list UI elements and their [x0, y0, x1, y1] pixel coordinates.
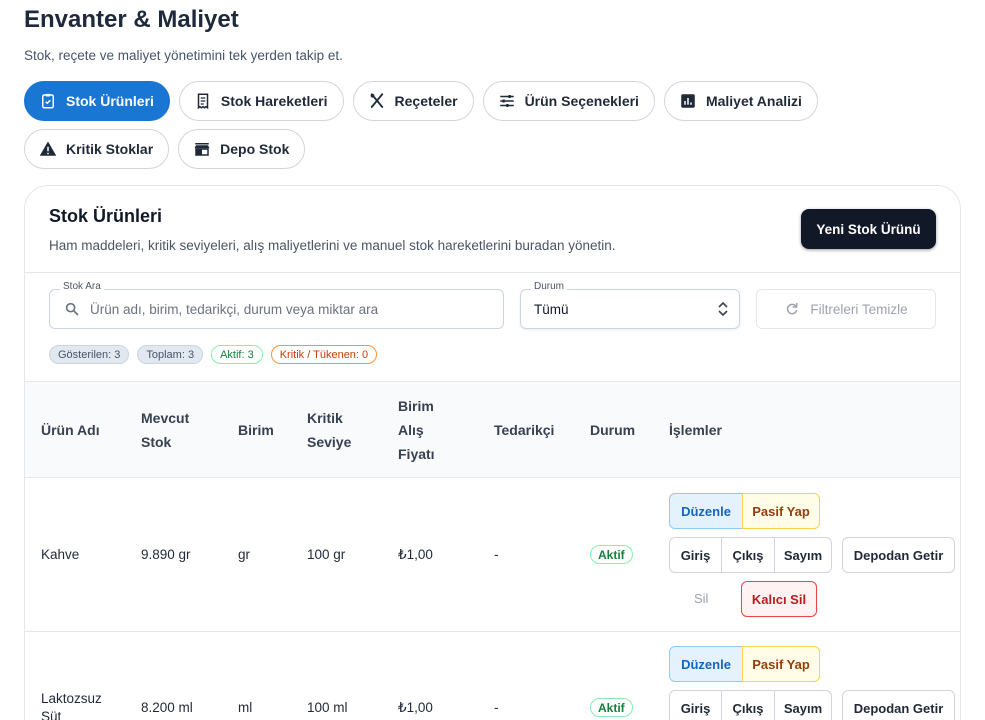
clear-filters-label: Filtreleri Temizle: [810, 301, 908, 317]
receipt-icon: [197, 93, 209, 110]
search-icon: [65, 302, 79, 316]
tab-stok-hareketleri[interactable]: Stok Hareketleri: [178, 81, 344, 121]
fork-knife-icon: [370, 93, 383, 108]
card-title: Stok Ürünleri: [49, 206, 163, 226]
cell-supplier: -: [494, 547, 499, 562]
status-select[interactable]: Tümü: [520, 289, 740, 329]
header-name: Ürün Adı: [41, 422, 100, 438]
deactivate-button[interactable]: Pasif Yap: [742, 493, 820, 529]
cell-stock: 8.200 ml: [141, 700, 193, 715]
store-icon: [194, 143, 210, 156]
from-depot-button[interactable]: Depodan Getir: [842, 537, 955, 573]
from-depot-button[interactable]: Depodan Getir: [842, 690, 955, 720]
stock-count-button[interactable]: Sayım: [774, 690, 832, 720]
header-price: Birim Alış Fiyatı: [398, 398, 435, 462]
clear-filters-button[interactable]: Filtreleri Temizle: [756, 289, 936, 329]
bar-chart-icon: [681, 94, 695, 108]
deactivate-button[interactable]: Pasif Yap: [742, 646, 820, 682]
tab-label: Maliyet Analizi: [705, 93, 802, 109]
edit-group: Düzenle Pasif Yap: [669, 493, 820, 529]
search-label: Stok Ara: [60, 281, 104, 292]
page-title: Envanter & Maliyet: [24, 6, 239, 33]
cell-supplier: -: [494, 700, 499, 715]
movement-group: Giriş Çıkış Sayım: [669, 537, 832, 573]
unfold-icon: [718, 301, 728, 317]
header-supplier: Tedarikçi: [494, 422, 555, 438]
tune-icon: [499, 95, 514, 107]
stock-in-button[interactable]: Giriş: [669, 690, 722, 720]
header-unit: Birim: [238, 422, 274, 438]
hard-delete-button[interactable]: Kalıcı Sil: [741, 581, 817, 617]
status-badge: Aktif: [590, 698, 633, 717]
tab-urun-secenekleri[interactable]: Ürün Seçenekleri: [482, 81, 655, 121]
divider: [25, 272, 960, 273]
header-stock: Mevcut Stok: [141, 410, 190, 450]
row-divider: [25, 631, 960, 632]
stock-search-field[interactable]: [49, 289, 504, 329]
shown-count-chip: Gösterilen: 3: [49, 345, 130, 364]
cell-stock: 9.890 gr: [141, 547, 191, 562]
total-count-chip: Toplam: 3: [137, 345, 204, 364]
cell-critical: 100 ml: [307, 700, 348, 715]
header-critical: Kritik Seviye: [307, 410, 352, 450]
edit-group: Düzenle Pasif Yap: [669, 646, 820, 682]
tab-label: Kritik Stoklar: [66, 141, 154, 157]
warning-icon: [39, 141, 57, 156]
status-select-value: Tümü: [534, 301, 569, 317]
tab-receteler[interactable]: Reçeteler: [352, 81, 474, 121]
card-subtitle: Ham maddeleri, kritik seviyeleri, alış m…: [49, 238, 616, 253]
tab-stok-urunleri[interactable]: Stok Ürünleri: [24, 81, 170, 121]
stock-out-button[interactable]: Çıkış: [721, 537, 775, 573]
tab-bar: Stok Ürünleri Stok Hareketleri Reçeteler…: [24, 81, 944, 169]
new-stock-product-button[interactable]: Yeni Stok Ürünü: [801, 209, 936, 249]
cell-unit: ml: [238, 700, 253, 715]
cell-critical: 100 gr: [307, 547, 346, 562]
status-label: Durum: [531, 281, 568, 292]
stock-products-card: Stok Ürünleri Ham maddeleri, kritik sevi…: [24, 185, 961, 720]
edit-button[interactable]: Düzenle: [669, 646, 743, 682]
page-subtitle: Stok, reçete ve maliyet yönetimini tek y…: [24, 48, 343, 63]
cell-name: Laktozsuz Süt: [41, 691, 102, 720]
critical-count-chip: Kritik / Tükenen: 0: [270, 345, 378, 364]
header-status: Durum: [590, 422, 636, 438]
stock-out-button[interactable]: Çıkış: [721, 690, 775, 720]
tab-maliyet-analizi[interactable]: Maliyet Analizi: [663, 81, 818, 121]
table-header: Ürün Adı Mevcut Stok Birim Kritik Seviye B…: [25, 381, 960, 478]
cell-name: Kahve: [41, 547, 80, 562]
clipboard-check-icon: [42, 93, 54, 109]
summary-chips: Gösterilen: 3 Toplam: 3 Aktif: 3 Kritik …: [49, 345, 378, 364]
tab-depo-stok[interactable]: Depo Stok: [178, 129, 306, 169]
movement-group: Giriş Çıkış Sayım: [669, 690, 832, 720]
status-badge: Aktif: [590, 545, 633, 564]
cell-price: ₺1,00: [398, 700, 433, 715]
stock-count-button[interactable]: Sayım: [774, 537, 832, 573]
edit-button[interactable]: Düzenle: [669, 493, 743, 529]
active-count-chip: Aktif: 3: [211, 345, 263, 364]
tab-label: Stok Hareketleri: [220, 93, 328, 109]
tab-label: Depo Stok: [220, 141, 290, 157]
header-actions: İşlemler: [669, 422, 722, 438]
delete-button[interactable]: Sil: [694, 591, 708, 606]
cell-unit: gr: [238, 547, 251, 562]
tab-label: Stok Ürünleri: [66, 93, 154, 109]
cell-price: ₺1,00: [398, 547, 433, 562]
tab-kritik-stoklar[interactable]: Kritik Stoklar: [24, 129, 170, 169]
stock-in-button[interactable]: Giriş: [669, 537, 722, 573]
refresh-icon: [787, 303, 798, 315]
search-input[interactable]: [90, 301, 470, 317]
tab-label: Ürün Seçenekleri: [524, 93, 639, 109]
tab-label: Reçeteler: [394, 93, 458, 109]
